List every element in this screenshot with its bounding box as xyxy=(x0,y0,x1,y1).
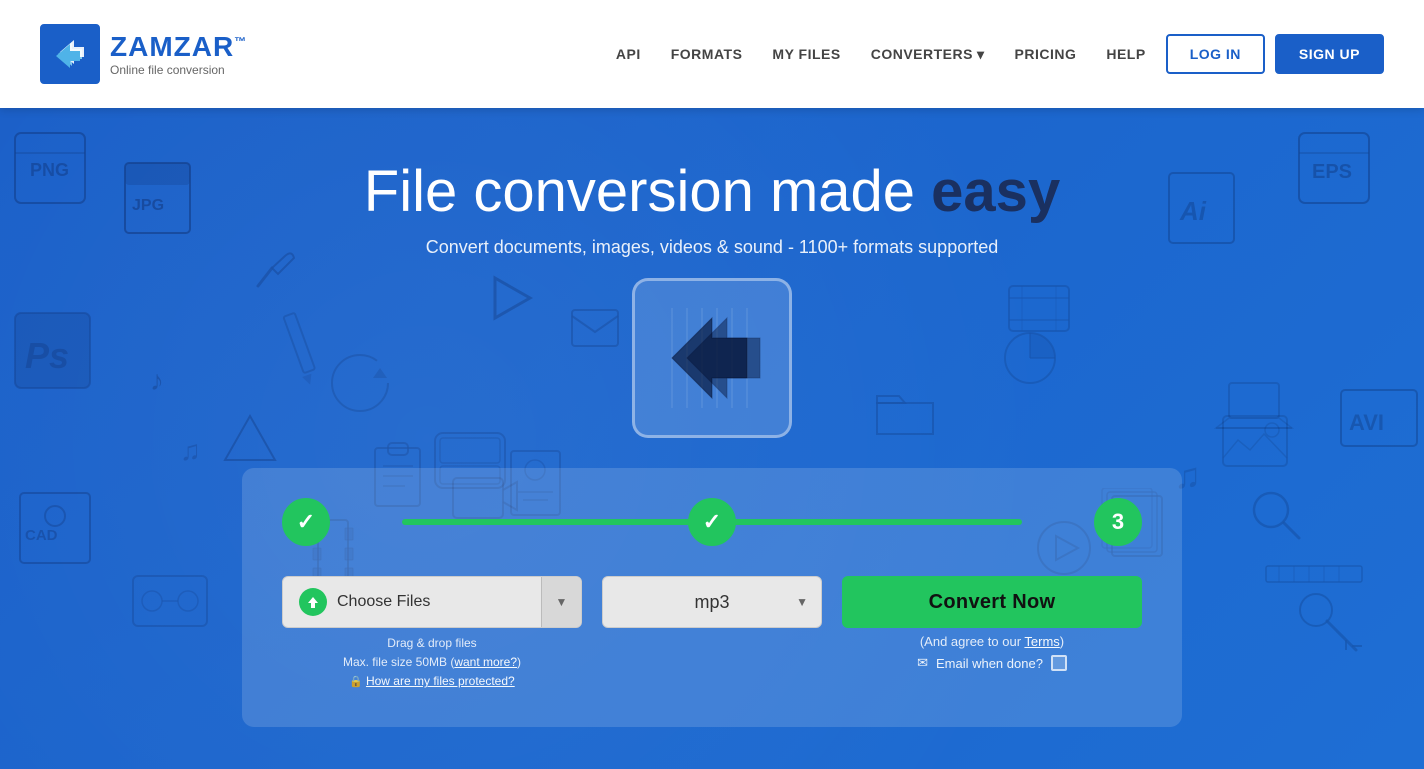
terms-link[interactable]: Terms xyxy=(1024,634,1059,649)
piechart-icon xyxy=(1000,328,1060,393)
jpg-badge: JPG xyxy=(120,158,200,243)
drag-drop-text: Drag & drop files Max. file size 50MB (w… xyxy=(343,634,521,692)
logo-icon xyxy=(40,24,100,84)
format-section: mp3 mp4 jpg png pdf xyxy=(602,576,822,628)
folder-icon xyxy=(875,388,935,443)
nav-buttons: LOG IN SIGN UP xyxy=(1166,34,1384,74)
refresh-icon xyxy=(325,348,395,423)
nav-converters-label: CONVERTERS xyxy=(871,46,973,62)
ruler-icon xyxy=(1264,558,1364,593)
choose-files-dropdown[interactable]: ▼ xyxy=(541,577,581,627)
logo-text-area: ZAMZAR™ Online file conversion xyxy=(110,31,247,77)
svg-text:♪: ♪ xyxy=(150,365,164,396)
login-button[interactable]: LOG IN xyxy=(1166,34,1265,74)
svg-text:EPS: EPS xyxy=(1312,161,1352,183)
terms-text: (And agree to our Terms) xyxy=(920,634,1064,649)
step-1-checkmark: ✓ xyxy=(297,509,315,535)
upload-icon xyxy=(299,588,327,616)
email-icon xyxy=(570,308,620,353)
lock-icon: 🔒 xyxy=(349,676,363,688)
wrench-icon xyxy=(250,248,300,303)
hero-subtitle: Convert documents, images, videos & soun… xyxy=(426,237,998,258)
music-icon2: ♫ xyxy=(180,428,220,473)
email-icon-small: ✉ xyxy=(917,655,928,671)
email-checkbox[interactable] xyxy=(1051,655,1067,671)
converter-box: ✓ ✓ 3 xyxy=(242,468,1182,727)
nav-converters[interactable]: CONVERTERS ▾ xyxy=(871,46,985,63)
convert-section: Convert Now (And agree to our Terms) ✉ E… xyxy=(842,576,1142,671)
file-protection-link[interactable]: How are my files protected? xyxy=(366,674,515,688)
svg-text:Ps: Ps xyxy=(25,335,69,376)
hero-title: File conversion made easy xyxy=(364,158,1060,225)
terms-end: ) xyxy=(1060,634,1064,649)
main-nav: API FORMATS MY FILES CONVERTERS ▾ PRICIN… xyxy=(616,46,1146,63)
music-icon: ♪ xyxy=(150,358,190,403)
eps-badge: EPS xyxy=(1294,118,1384,213)
cassette-icon xyxy=(130,568,210,633)
pencil-icon xyxy=(280,308,320,393)
photo-icon xyxy=(1220,408,1290,473)
max-size-end: ) xyxy=(517,655,521,669)
max-size-label: Max. file size 50MB ( xyxy=(343,655,454,669)
step-2-checkmark: ✓ xyxy=(703,509,721,535)
ai-badge: Ai xyxy=(1164,168,1244,253)
svg-text:AVI: AVI xyxy=(1349,410,1384,435)
logo-subtitle: Online file conversion xyxy=(110,63,247,77)
header: ZAMZAR™ Online file conversion API FORMA… xyxy=(0,0,1424,108)
svg-text:PNG: PNG xyxy=(30,160,69,180)
choose-files-label: Choose Files xyxy=(337,593,430,611)
choose-files-section: Choose Files ▼ Drag & drop files Max. fi… xyxy=(282,576,582,692)
step-1-circle: ✓ xyxy=(282,498,330,546)
key-icon xyxy=(1294,588,1364,663)
choose-files-main[interactable]: Choose Files xyxy=(283,588,541,616)
png-badge: PNG xyxy=(10,118,100,213)
film-right-icon xyxy=(1004,278,1074,343)
format-select[interactable]: mp3 mp4 jpg png pdf xyxy=(602,576,822,628)
ps-badge: Ps xyxy=(10,308,95,398)
hero-section: PNG JPG Ps CAD xyxy=(0,108,1424,769)
logo-area: ZAMZAR™ Online file conversion xyxy=(40,24,247,84)
hero-title-easy: easy xyxy=(931,159,1060,224)
hero-title-part1: File conversion made xyxy=(364,159,931,224)
laptop-icon xyxy=(1214,378,1294,443)
triangle-icon xyxy=(220,408,280,473)
converter-controls: Choose Files ▼ Drag & drop files Max. fi… xyxy=(282,576,1142,692)
chevron-down-icon: ▾ xyxy=(977,46,985,63)
format-select-wrap: mp3 mp4 jpg png pdf xyxy=(602,576,822,628)
svg-text:JPG: JPG xyxy=(132,197,164,214)
signup-button[interactable]: SIGN UP xyxy=(1275,34,1384,74)
logo-tm: ™ xyxy=(234,35,247,49)
logo-svg xyxy=(50,34,90,74)
search-icon-bg xyxy=(1249,488,1304,548)
email-when-done-label: Email when done? xyxy=(936,656,1043,671)
step-2-circle: ✓ xyxy=(688,498,736,546)
want-more-link[interactable]: want more? xyxy=(454,655,517,669)
forward-arrows-svg: .sketch { fill: rgba(0,10,40,0.6); strok… xyxy=(652,308,772,408)
nav-api[interactable]: API xyxy=(616,46,641,62)
nav-pricing[interactable]: PRICING xyxy=(1015,46,1077,62)
drag-drop-label: Drag & drop files xyxy=(387,636,476,650)
logo-name: ZAMZAR™ xyxy=(110,31,247,63)
step-3-circle: 3 xyxy=(1094,498,1142,546)
logo-brand: ZAMZAR xyxy=(110,31,234,62)
email-row: ✉ Email when done? xyxy=(917,655,1067,671)
step-3-label: 3 xyxy=(1112,509,1124,535)
nav-help[interactable]: HELP xyxy=(1106,46,1145,62)
svg-text:CAD: CAD xyxy=(25,527,58,544)
nav-my-files[interactable]: MY FILES xyxy=(772,46,840,62)
play-icon-left xyxy=(480,268,540,333)
avi-badge: AVI xyxy=(1339,388,1419,453)
choose-files-button[interactable]: Choose Files ▼ xyxy=(282,576,582,628)
terms-prefix: (And agree to our xyxy=(920,634,1025,649)
hero-center-icon: .sketch { fill: rgba(0,10,40,0.6); strok… xyxy=(632,278,792,438)
convert-now-button[interactable]: Convert Now xyxy=(842,576,1142,628)
nav-formats[interactable]: FORMATS xyxy=(671,46,743,62)
svg-text:♫: ♫ xyxy=(180,435,201,466)
upload-arrow-icon xyxy=(305,594,321,610)
cad-badge: CAD xyxy=(15,488,95,573)
progress-steps: ✓ ✓ 3 xyxy=(282,498,1142,546)
svg-text:Ai: Ai xyxy=(1179,196,1207,226)
